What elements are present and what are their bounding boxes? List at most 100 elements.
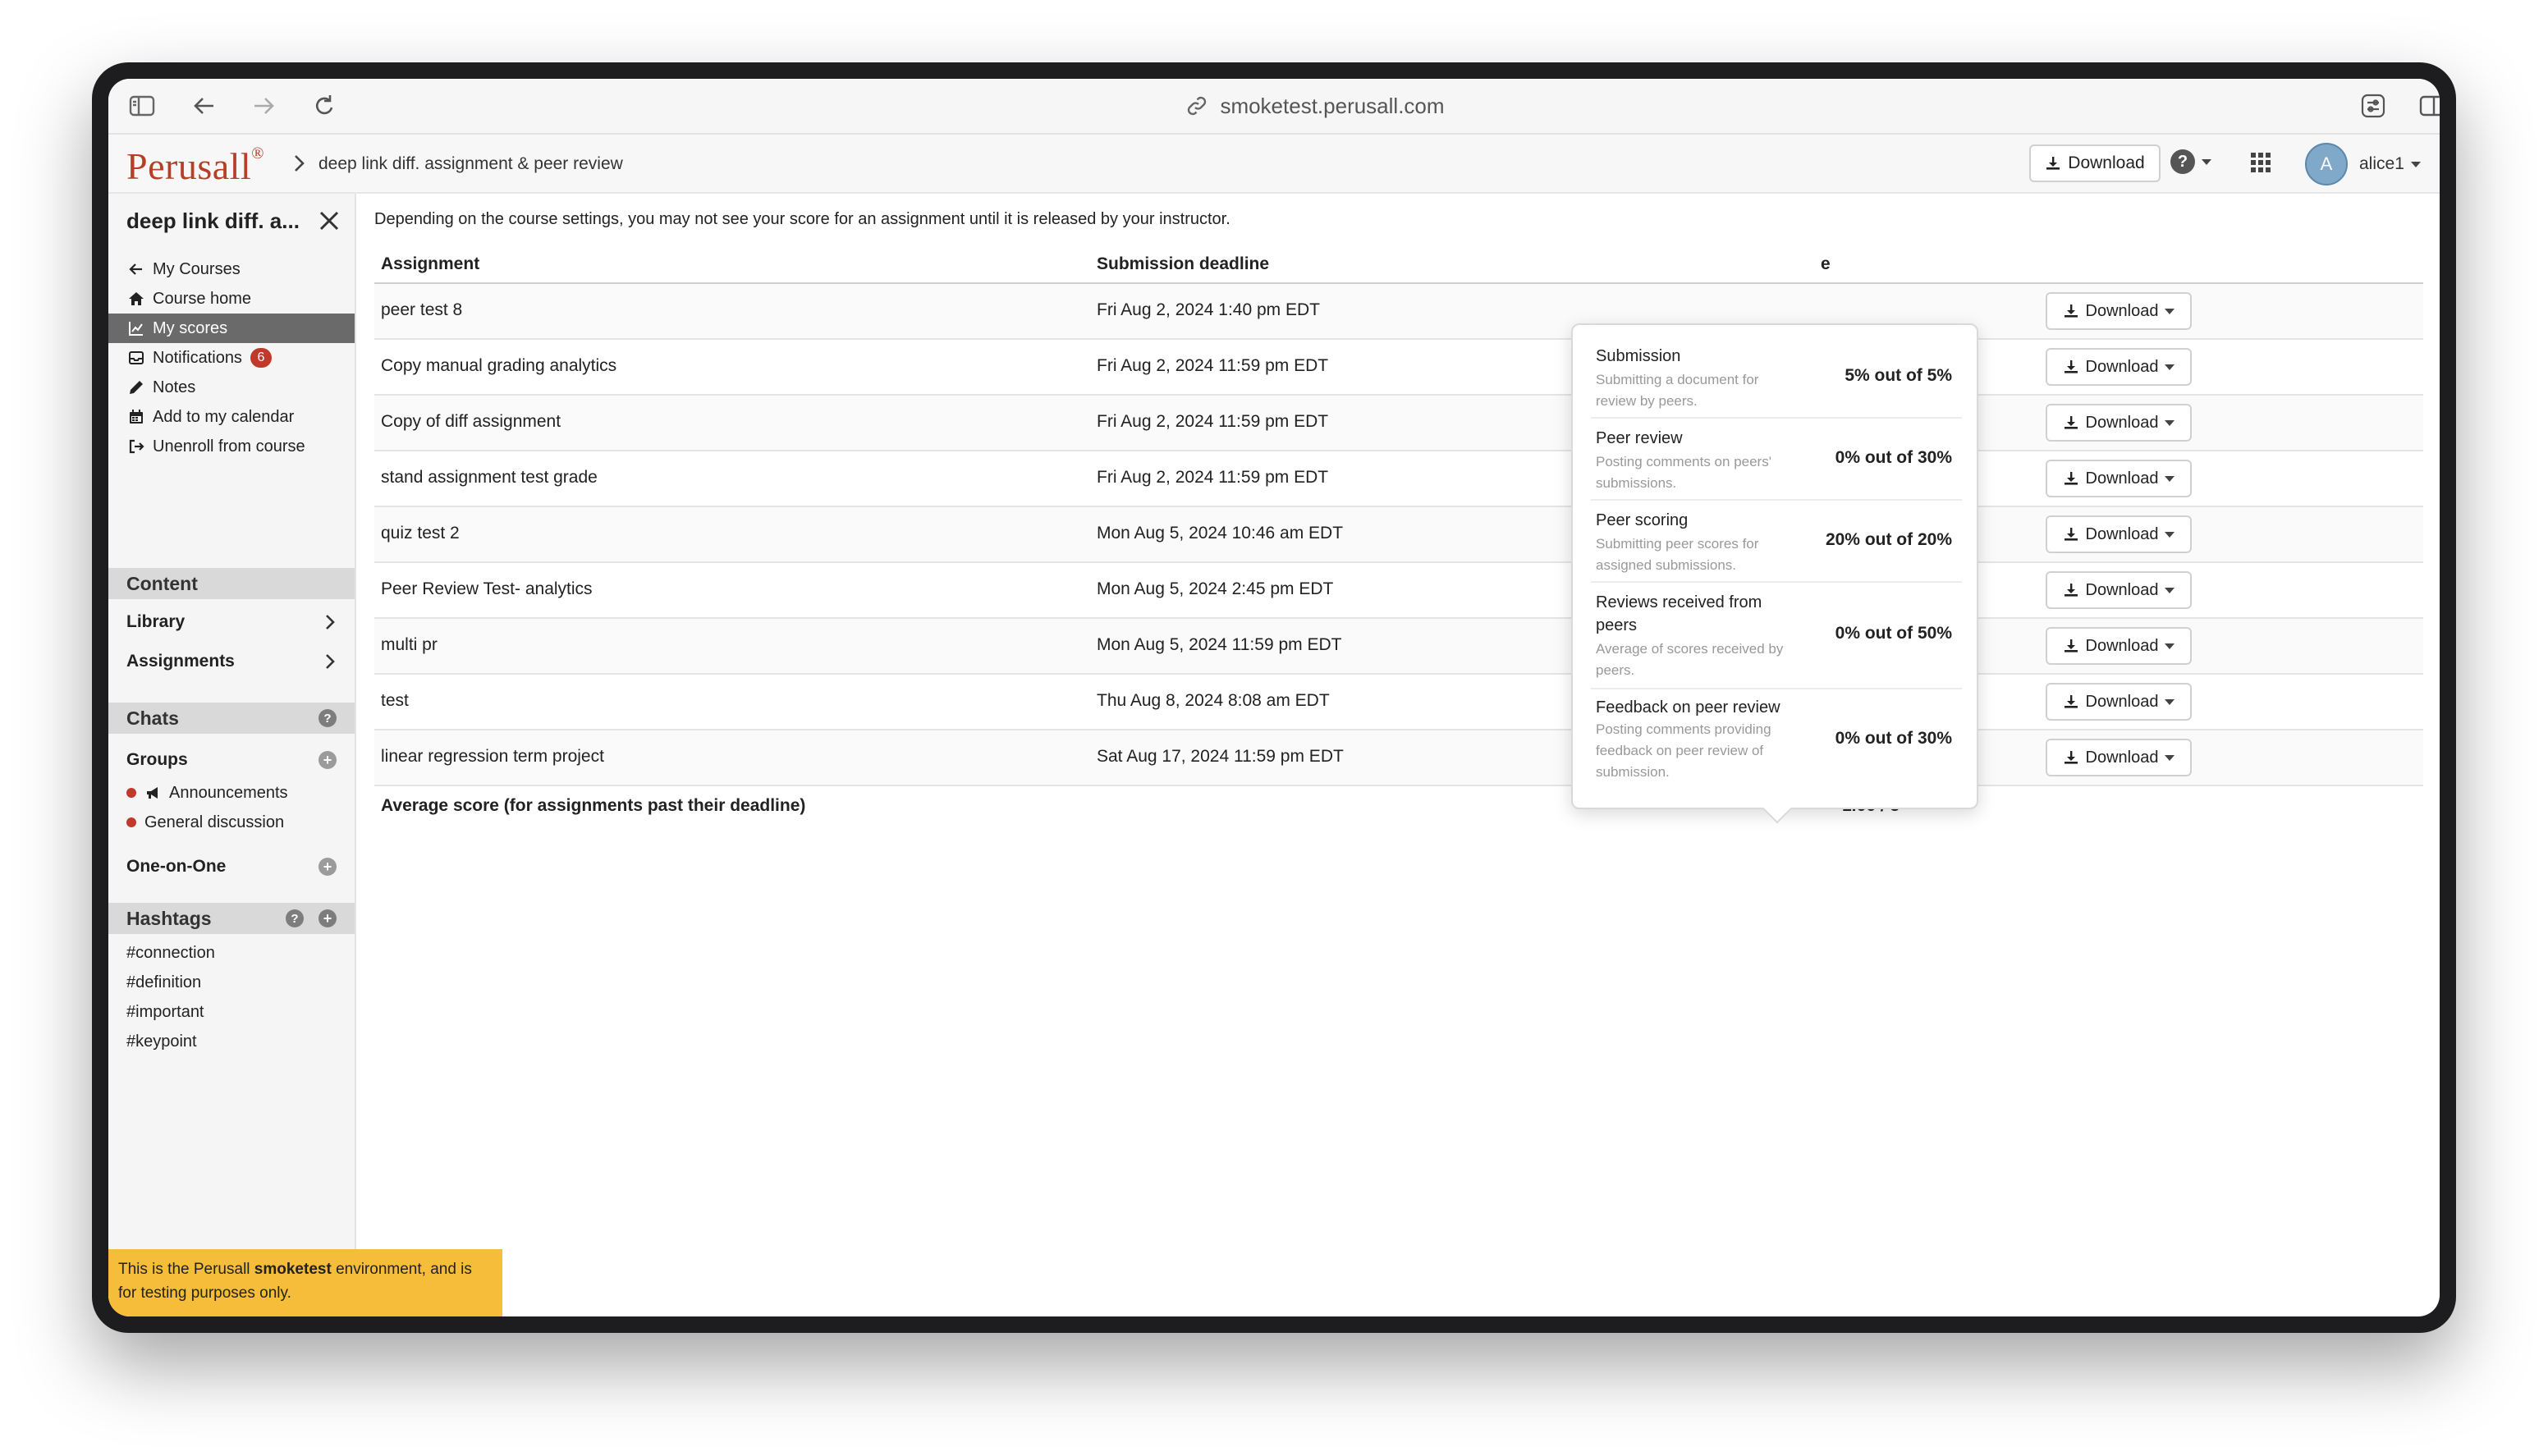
app-header: Perusall® deep link diff. assignment & p… (108, 135, 2440, 194)
assignment-name[interactable]: linear regression term project (381, 747, 604, 767)
hashtags-help-icon[interactable]: ? (286, 909, 304, 927)
row-download-label: Download (2085, 748, 2159, 767)
row-download-button[interactable]: Download (2046, 515, 2192, 553)
assignment-name[interactable]: peer test 8 (381, 300, 462, 320)
sidebar-item-add-to-calendar[interactable]: Add to my calendar (108, 402, 355, 432)
help-menu-button[interactable]: ? (2170, 149, 2211, 174)
row-download-button[interactable]: Download (2046, 683, 2192, 721)
assignment-name[interactable]: stand assignment test grade (381, 468, 598, 488)
chats-help-icon[interactable]: ? (318, 709, 337, 727)
sidebar-item-label: My scores (153, 318, 228, 337)
average-score-label: Average score (for assignments past thei… (381, 796, 806, 815)
add-one-on-one-icon[interactable]: + (318, 858, 337, 876)
assignment-deadline: Fri Aug 2, 2024 1:40 pm EDT (1097, 300, 1320, 319)
download-icon (2064, 416, 2078, 429)
row-download-button[interactable]: Download (2046, 292, 2192, 330)
table-row: quiz test 2 Mon Aug 5, 2024 10:46 am EDT D… (374, 507, 2423, 563)
sidebar: deep link diff. a... My Courses Course h… (108, 194, 356, 1316)
column-header-score: e (1821, 254, 1831, 273)
hashtag-item[interactable]: #keypoint (126, 1032, 197, 1051)
assignment-deadline: Fri Aug 2, 2024 11:59 pm EDT (1097, 412, 1329, 431)
row-download-label: Download (2085, 301, 2159, 320)
browser-toolbar: smoketest.perusall.com (108, 79, 2440, 135)
apps-grid-icon[interactable] (2249, 151, 2272, 174)
reload-icon[interactable] (310, 92, 338, 120)
breakdown-value: 0% out of 50% (1835, 624, 1952, 643)
assignment-name[interactable]: test (381, 691, 409, 711)
hashtag-item[interactable]: #definition (126, 973, 201, 992)
row-download-button[interactable]: Download (2046, 571, 2192, 609)
close-icon[interactable] (315, 207, 343, 235)
caret-down-icon (2165, 643, 2175, 649)
add-group-icon[interactable]: + (318, 751, 337, 769)
assignment-name[interactable]: quiz test 2 (381, 524, 460, 543)
breadcrumb[interactable]: deep link diff. assignment & peer review (318, 154, 623, 174)
assignment-name[interactable]: multi pr (381, 635, 438, 655)
add-hashtag-icon[interactable]: + (318, 909, 337, 927)
breakdown-item-peer-scoring: Peer scoring Submitting peer scores for … (1591, 499, 1962, 583)
sidebar-item-library[interactable]: Library (108, 606, 355, 639)
sidebar-item-assignments[interactable]: Assignments (108, 645, 355, 678)
assignment-deadline: Sat Aug 17, 2024 11:59 pm EDT (1097, 747, 1344, 766)
avatar[interactable]: A (2305, 143, 2348, 185)
sidebar-item-label: My Courses (153, 259, 241, 278)
environment-banner: This is the Perusall smoketest environme… (108, 1249, 502, 1316)
chart-icon (129, 322, 143, 336)
inbox-icon (129, 351, 144, 364)
browser-window: smoketest.perusall.com Perusall® deep li… (108, 79, 2440, 1316)
arrow-left-icon (129, 263, 142, 275)
assignment-name[interactable]: Copy of diff assignment (381, 412, 561, 432)
sidebar-item-notifications[interactable]: Notifications 6 (108, 343, 355, 373)
download-icon (2064, 304, 2078, 318)
download-icon (2064, 528, 2078, 541)
chat-item-general-discussion[interactable]: General discussion (126, 809, 284, 836)
row-download-button[interactable]: Download (2046, 739, 2192, 776)
forward-arrow-icon[interactable] (250, 92, 277, 120)
library-label: Library (126, 612, 186, 631)
chevron-right-icon (326, 654, 335, 669)
sidebar-item-unenroll[interactable]: Unenroll from course (108, 432, 355, 461)
extension-icon[interactable] (2359, 92, 2387, 120)
chat-item-announcements[interactable]: Announcements (126, 780, 288, 806)
table-body: peer test 8 Fri Aug 2, 2024 1:40 pm EDT Do… (374, 284, 2423, 786)
assignment-name[interactable]: Copy manual grading analytics (381, 356, 616, 376)
address-bar[interactable]: smoketest.perusall.com (1118, 90, 1512, 121)
calendar-icon (130, 410, 143, 424)
main-content: Depending on the course settings, you ma… (356, 194, 2440, 1316)
header-download-button[interactable]: Download (2029, 144, 2161, 182)
table-row: stand assignment test grade Fri Aug 2, 20… (374, 451, 2423, 507)
caret-down-icon (2165, 698, 2175, 705)
download-icon (2064, 472, 2078, 485)
user-menu[interactable]: alice1 (2359, 154, 2421, 174)
help-icon: ? (2170, 149, 2195, 174)
sidebar-item-my-scores[interactable]: My scores (108, 314, 355, 343)
caret-down-icon (2202, 158, 2211, 165)
row-download-button[interactable]: Download (2046, 627, 2192, 665)
download-icon (2064, 584, 2078, 597)
row-download-button[interactable]: Download (2046, 348, 2192, 386)
row-download-label: Download (2085, 636, 2159, 655)
perusall-logo[interactable]: Perusall® (126, 144, 264, 188)
sidebar-item-label: Course home (153, 289, 252, 308)
sidebar-item-notes[interactable]: Notes (108, 373, 355, 402)
back-arrow-icon[interactable] (190, 92, 218, 120)
chat-item-label: Announcements (169, 783, 288, 802)
breakdown-value: 5% out of 5% (1845, 366, 1952, 385)
row-download-button[interactable]: Download (2046, 460, 2192, 497)
assignment-name[interactable]: Peer Review Test- analytics (381, 579, 593, 599)
breakdown-title: Submission (1596, 347, 1681, 365)
one-on-one-row: One-on-One + (108, 850, 355, 883)
caret-down-icon (2165, 475, 2175, 482)
row-download-button[interactable]: Download (2046, 404, 2192, 442)
hashtag-item[interactable]: #connection (126, 944, 215, 963)
assignment-deadline: Fri Aug 2, 2024 11:59 pm EDT (1097, 468, 1329, 487)
sidebar-item-course-home[interactable]: Course home (108, 284, 355, 314)
sidebar-item-my-courses[interactable]: My Courses (108, 254, 355, 284)
hashtag-item[interactable]: #important (126, 1003, 204, 1022)
split-view-icon[interactable] (2418, 92, 2440, 120)
sidebar-item-label: Notes (153, 378, 196, 396)
assignment-deadline: Fri Aug 2, 2024 11:59 pm EDT (1097, 356, 1329, 375)
row-download-label: Download (2085, 413, 2159, 432)
sidebar-toggle-icon[interactable] (128, 92, 156, 120)
url-text: smoketest.perusall.com (1220, 93, 1445, 118)
